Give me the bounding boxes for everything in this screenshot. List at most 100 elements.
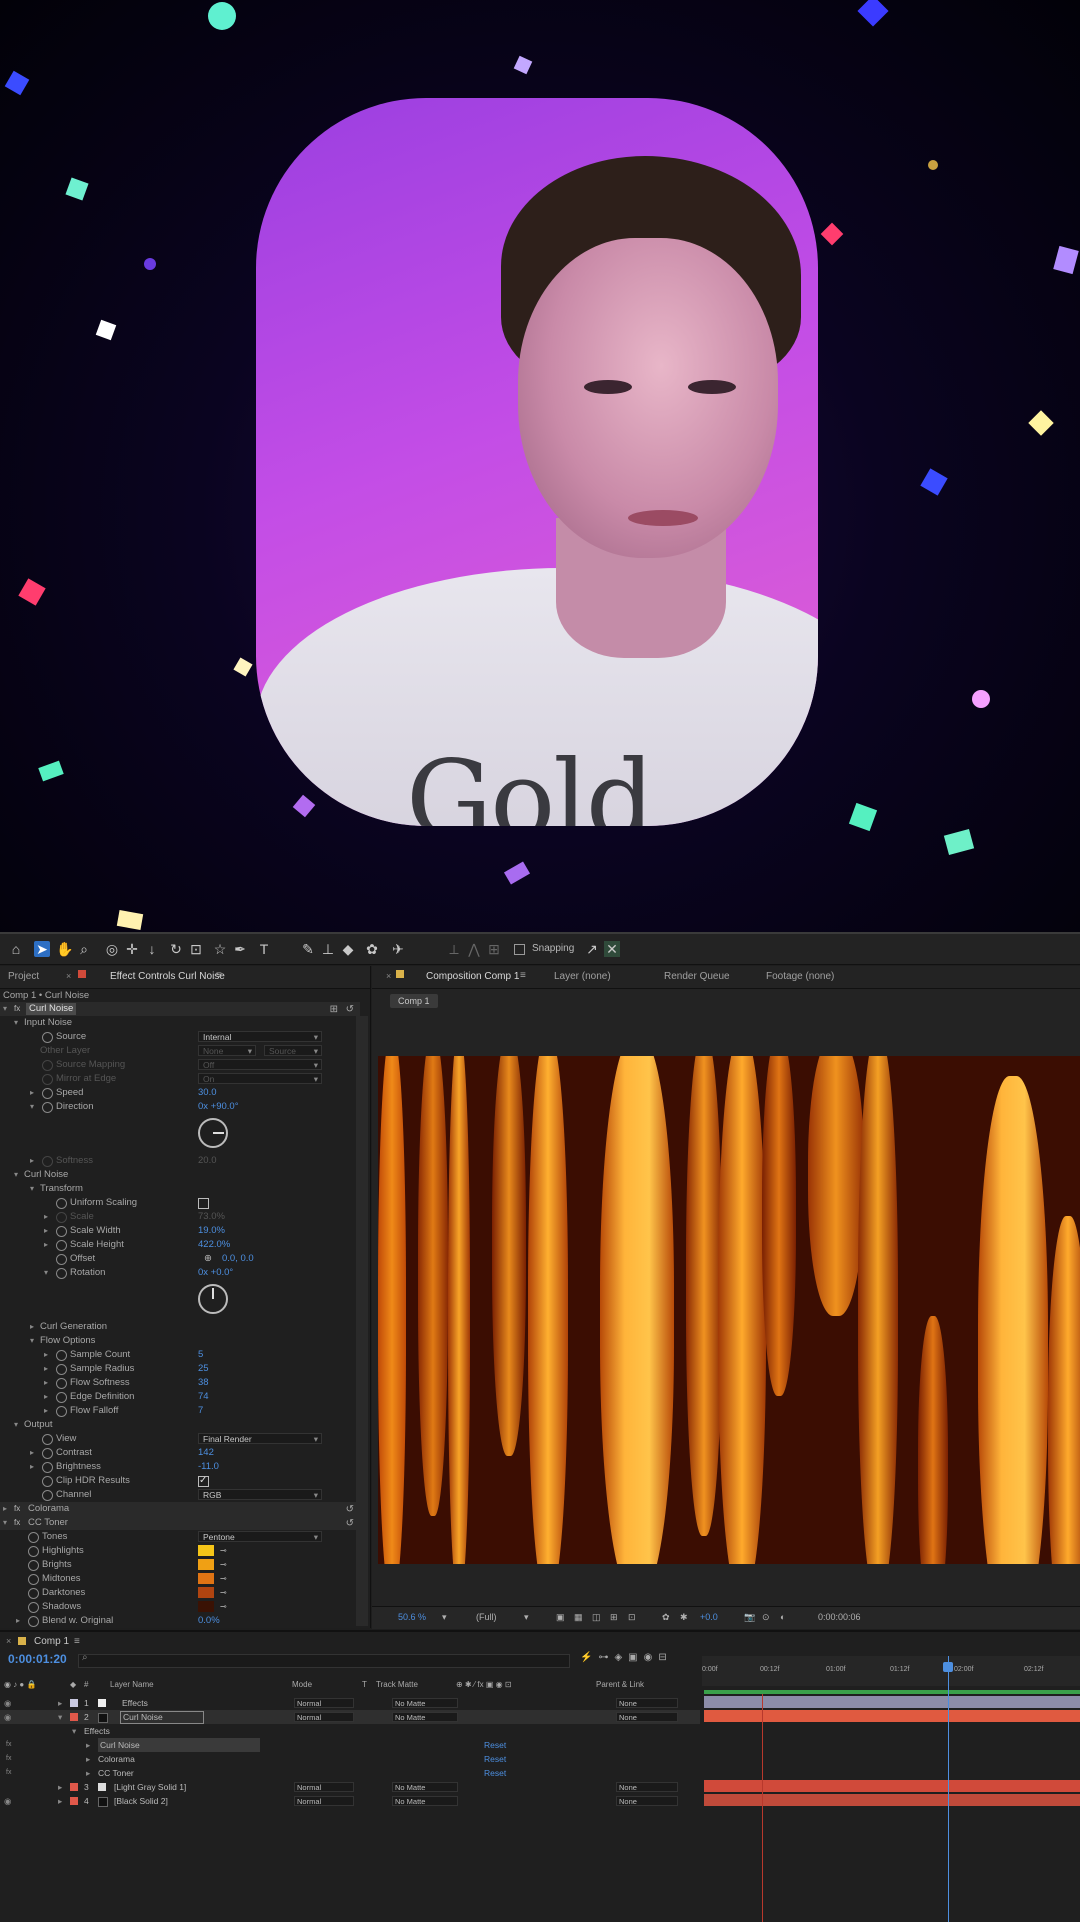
other-layer-dropdown[interactable]: None: [198, 1045, 256, 1057]
stopwatch-icon[interactable]: [42, 1060, 53, 1071]
chevron-right-icon[interactable]: ▸: [44, 1238, 48, 1252]
playhead[interactable]: [948, 1656, 949, 1922]
mirror-edge-dropdown[interactable]: On: [198, 1073, 322, 1085]
channel-icon[interactable]: ◐: [780, 1612, 785, 1622]
stopwatch-icon[interactable]: [56, 1364, 67, 1375]
stopwatch-icon[interactable]: [42, 1074, 53, 1085]
sample-count-value[interactable]: 5: [198, 1348, 203, 1362]
mask-visibility-icon[interactable]: ◫: [592, 1612, 601, 1623]
region-icon[interactable]: ▣: [556, 1612, 565, 1623]
layer-bar[interactable]: [704, 1794, 1080, 1806]
parent-dropdown[interactable]: None: [616, 1712, 678, 1722]
eye-icon[interactable]: ◉: [4, 1794, 11, 1808]
reset-icon[interactable]: ↺: [346, 1503, 354, 1517]
highlights-swatch[interactable]: [198, 1545, 214, 1556]
chevron-right-icon[interactable]: ▸: [86, 1752, 90, 1766]
chevron-right-icon[interactable]: ▸: [58, 1696, 62, 1710]
rotation-dial[interactable]: [198, 1284, 228, 1314]
layer-row[interactable]: ◉ ▾ 2 Curl Noise Normal No Matte None: [0, 1710, 700, 1724]
stopwatch-icon[interactable]: [56, 1350, 67, 1361]
col-parent[interactable]: Parent & Link: [596, 1680, 644, 1689]
zoom-dropdown[interactable]: 50.6 %: [398, 1612, 426, 1622]
stopwatch-icon[interactable]: [42, 1476, 53, 1487]
close-icon[interactable]: ×: [386, 971, 391, 981]
shadows-swatch[interactable]: [198, 1601, 214, 1612]
chevron-right-icon[interactable]: ▸: [30, 1460, 34, 1474]
chevron-right-icon[interactable]: ▸: [44, 1362, 48, 1376]
panel-menu-icon[interactable]: ≡: [216, 970, 222, 981]
shape-tool-icon[interactable]: ☆: [212, 941, 228, 957]
stopwatch-icon[interactable]: [56, 1240, 67, 1251]
effect-controls-scrollbar[interactable]: [356, 1016, 368, 1626]
stopwatch-icon[interactable]: [42, 1462, 53, 1473]
snap-grid-icon[interactable]: ✕: [604, 941, 620, 957]
stopwatch-icon[interactable]: [42, 1490, 53, 1501]
stopwatch-icon[interactable]: [28, 1532, 39, 1543]
fx-icon[interactable]: fx: [6, 1752, 11, 1766]
edge-definition-value[interactable]: 74: [198, 1390, 209, 1404]
chevron-down-icon[interactable]: ▾: [30, 1182, 34, 1196]
stopwatch-icon[interactable]: [56, 1392, 67, 1403]
crosshair-icon[interactable]: ⊕: [204, 1252, 212, 1266]
effect-name[interactable]: Curl Noise: [98, 1738, 260, 1752]
fx-toggle-icon[interactable]: fx: [14, 1002, 20, 1016]
flow-falloff-value[interactable]: 7: [198, 1404, 203, 1418]
chevron-down-icon[interactable]: ▾: [3, 1002, 7, 1016]
chevron-right-icon[interactable]: ▸: [44, 1224, 48, 1238]
fx-icon[interactable]: fx: [6, 1738, 11, 1752]
brightness-value[interactable]: -11.0: [198, 1460, 219, 1474]
pen-tool-icon[interactable]: ✒: [232, 941, 248, 957]
group-curl-generation[interactable]: ▸ Curl Generation: [0, 1320, 360, 1334]
orbit-tool-icon[interactable]: ◎: [104, 941, 120, 957]
current-time[interactable]: 0:00:01:20: [8, 1652, 67, 1666]
col-t[interactable]: T: [362, 1680, 367, 1689]
eyedropper-icon[interactable]: ⊸: [220, 1586, 227, 1600]
effect-header-curl-noise[interactable]: ▾ fx Curl Noise ⊞ ↺: [0, 1002, 360, 1016]
tab-effect-controls[interactable]: Effect Controls Curl Noise: [110, 971, 225, 982]
puppet-tool-icon[interactable]: ✈: [390, 941, 406, 957]
panel-menu-icon[interactable]: ≡: [520, 970, 526, 981]
lock-icon[interactable]: [396, 970, 404, 978]
eye-icon[interactable]: ◉: [4, 1696, 11, 1710]
midtones-swatch[interactable]: [198, 1573, 214, 1584]
stopwatch-icon[interactable]: [42, 1434, 53, 1445]
stopwatch-icon[interactable]: [56, 1226, 67, 1237]
layer-label-color[interactable]: [70, 1797, 78, 1805]
stopwatch-icon[interactable]: [28, 1546, 39, 1557]
chevron-right-icon[interactable]: ▸: [30, 1320, 34, 1334]
eyedropper-icon[interactable]: ⊸: [220, 1600, 227, 1614]
selection-tool-icon[interactable]: ➤: [34, 941, 50, 957]
composition-viewer[interactable]: [378, 1056, 1080, 1564]
reset-icon[interactable]: ↺: [346, 1003, 354, 1017]
stopwatch-icon[interactable]: [56, 1378, 67, 1389]
layer-bar[interactable]: [704, 1780, 1080, 1792]
chevron-down-icon[interactable]: ▾: [58, 1710, 62, 1724]
contrast-value[interactable]: 142: [198, 1446, 214, 1460]
pan-tool-icon[interactable]: ✛: [124, 941, 140, 957]
chevron-down-icon[interactable]: ▾: [442, 1612, 447, 1623]
effect-header-cc-toner[interactable]: ▾ fx CC Toner ↺: [0, 1516, 360, 1530]
chevron-down-icon[interactable]: ▾: [44, 1266, 48, 1280]
reset-link[interactable]: Reset: [484, 1766, 506, 1780]
resolution-dropdown[interactable]: (Full): [476, 1612, 497, 1622]
fx-toggle-icon[interactable]: fx: [14, 1502, 20, 1516]
exposure-icon[interactable]: ✱: [680, 1612, 688, 1623]
stopwatch-icon[interactable]: [56, 1254, 67, 1265]
eyedropper-icon[interactable]: ⊸: [220, 1572, 227, 1586]
group-transform[interactable]: ▾ Transform: [0, 1182, 360, 1196]
chevron-right-icon[interactable]: ▸: [30, 1446, 34, 1460]
eraser-tool-icon[interactable]: ◆: [340, 941, 356, 957]
effect-name[interactable]: Colorama: [98, 1752, 135, 1766]
clone-stamp-tool-icon[interactable]: ⊥: [320, 941, 336, 957]
tab-composition[interactable]: Composition Comp 1: [426, 971, 519, 982]
effect-row[interactable]: fx ▸ Curl Noise Reset: [0, 1738, 700, 1752]
chevron-right-icon[interactable]: ▸: [16, 1614, 20, 1628]
chevron-right-icon[interactable]: ▸: [30, 1154, 34, 1168]
mode-dropdown[interactable]: Normal: [294, 1796, 354, 1806]
clip-hdr-checkbox[interactable]: [198, 1474, 209, 1488]
brights-swatch[interactable]: [198, 1559, 214, 1570]
lock-icon[interactable]: [78, 970, 86, 978]
parent-dropdown[interactable]: None: [616, 1698, 678, 1708]
close-icon[interactable]: ×: [66, 971, 71, 981]
eyedropper-icon[interactable]: ⊸: [220, 1544, 227, 1558]
